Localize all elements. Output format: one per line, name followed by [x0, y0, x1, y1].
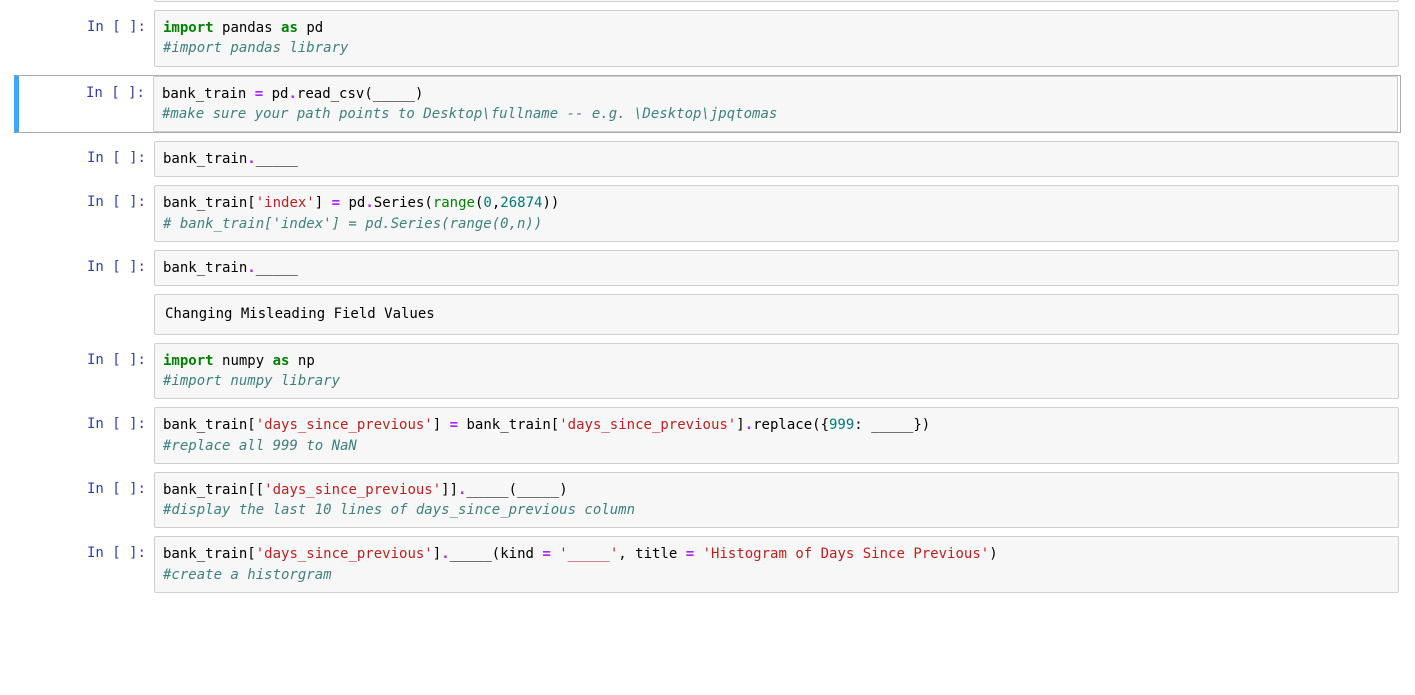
code-input[interactable]: bank_train['index'] = pd.Series(range(0,… [154, 185, 1399, 242]
code-cell[interactable]: In [ ]: bank_train._____ [14, 250, 1401, 286]
code-input[interactable]: bank_train = pd.read_csv(_____) #make su… [153, 76, 1398, 133]
code-input[interactable]: bank_train[['days_since_previous']].____… [154, 472, 1399, 529]
cell-prompt: In [ ]: [14, 10, 154, 67]
code: bank_train = pd.read_csv(_____) #make su… [162, 84, 1389, 125]
code-cell[interactable]: In [ ]: bank_train['days_since_previous'… [14, 407, 1401, 464]
code: bank_train._____ [163, 149, 1390, 169]
cell-prompt: In [ ]: [14, 343, 154, 400]
code: import numpy as np #import numpy library [163, 351, 1390, 392]
cell-prompt: In [ ]: [14, 407, 154, 464]
cell-prompt [14, 294, 154, 334]
notebook: In [ ]: In [ ]: import pandas as pd #imp… [0, 0, 1415, 593]
code-input[interactable]: bank_train['days_since_previous']._____(… [154, 536, 1399, 593]
cell-prompt: In [ ]: [14, 185, 154, 242]
code: import pandas as pd #import pandas libra… [163, 18, 1390, 59]
cell-prompt: In [ ]: [14, 472, 154, 529]
code: bank_train['days_since_previous']._____(… [163, 544, 1390, 585]
raw-text: Changing Misleading Field Values [165, 306, 435, 322]
code: bank_train['index'] = pd.Series(range(0,… [163, 193, 1390, 234]
raw-input[interactable]: Changing Misleading Field Values [154, 294, 1399, 334]
cell-prompt: In [ ]: [14, 141, 154, 177]
code: bank_train._____ [163, 258, 1390, 278]
code-cell[interactable]: In [ ]: bank_train['days_since_previous'… [14, 536, 1401, 593]
cell-prompt: In [ ]: [14, 0, 154, 2]
code-input[interactable]: import numpy as np #import numpy library [154, 343, 1399, 400]
code-cell[interactable]: In [ ]: bank_train['index'] = pd.Series(… [14, 185, 1401, 242]
code-cell[interactable]: In [ ]: import pandas as pd #import pand… [14, 10, 1401, 67]
code-cell[interactable]: In [ ]: bank_train._____ [14, 141, 1401, 177]
code-cell[interactable]: In [ ]: [14, 0, 1401, 2]
cell-prompt: In [ ]: [14, 536, 154, 593]
raw-cell[interactable]: Changing Misleading Field Values [14, 294, 1401, 334]
code: bank_train[['days_since_previous']].____… [163, 480, 1390, 521]
code-input[interactable]: import pandas as pd #import pandas libra… [154, 10, 1399, 67]
code-cell[interactable]: In [ ]: import numpy as np #import numpy… [14, 343, 1401, 400]
cell-prompt: In [ ]: [19, 76, 153, 133]
code-input[interactable] [154, 0, 1399, 2]
cell-prompt: In [ ]: [14, 250, 154, 286]
code-input[interactable]: bank_train._____ [154, 250, 1399, 286]
code-input[interactable]: bank_train._____ [154, 141, 1399, 177]
code-cell[interactable]: In [ ]: bank_train[['days_since_previous… [14, 472, 1401, 529]
code: bank_train['days_since_previous'] = bank… [163, 415, 1390, 456]
code-cell-selected[interactable]: In [ ]: bank_train = pd.read_csv(_____) … [14, 75, 1401, 134]
code-input[interactable]: bank_train['days_since_previous'] = bank… [154, 407, 1399, 464]
